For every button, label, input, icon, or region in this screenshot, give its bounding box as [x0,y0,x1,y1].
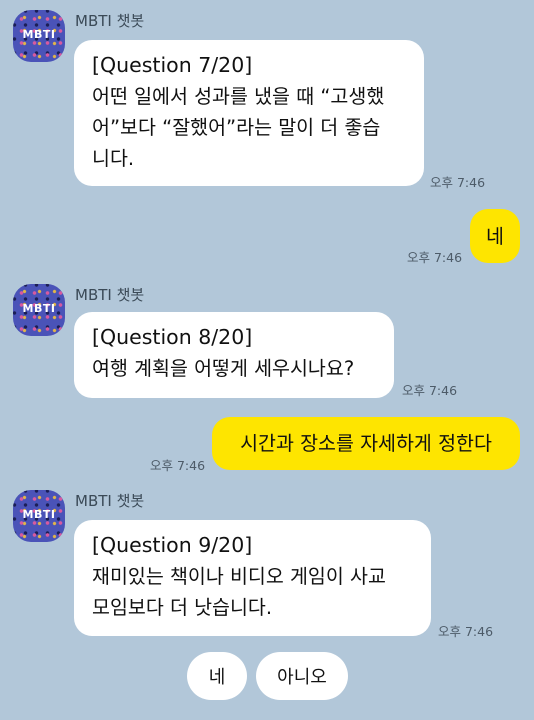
question-number: [Question 8/20] [92,325,253,349]
question-text-line: 니다. [92,147,135,170]
question-text-line: 모임보다 더 낫습니다. [92,596,273,619]
quick-reply-no[interactable]: 아니오 [256,652,348,700]
avatar-logo: MBTI [22,28,56,41]
message-time: 오후 7:46 [438,624,494,639]
user-reply-bubble: 시간과 장소를 자세하게 정한다 [212,417,520,470]
question-text-line: 어”보다 “잘했어”라는 말이 더 좋습 [92,116,381,139]
quick-reply-yes[interactable]: 네 [187,652,247,700]
question-number: [Question 7/20] [92,53,253,77]
bot-avatar[interactable]: MBTI [13,10,65,62]
sender-name: MBTI 챗봇 [75,492,145,510]
question-text-line: 재미있는 책이나 비디오 게임이 사교 [92,565,386,588]
sender-name: MBTI 챗봇 [75,286,145,304]
bot-avatar[interactable]: MBTI [13,284,65,336]
sender-name: MBTI 챗봇 [75,12,145,30]
message-time: 오후 7:46 [402,383,458,398]
question-text-line: 어떤 일에서 성과를 냈을 때 “고생했 [92,85,385,108]
bot-message-bubble: [Question 9/20] 재미있는 책이나 비디오 게임이 사교 모임보다… [74,520,431,636]
bot-avatar[interactable]: MBTI [13,490,65,542]
message-time: 오후 7:46 [407,250,463,265]
question-number: [Question 9/20] [92,533,253,557]
bot-message-bubble: [Question 8/20] 여행 계획을 어떻게 세우시나요? [74,312,394,398]
avatar-logo: MBTI [22,302,56,315]
message-time: 오후 7:46 [430,175,486,190]
question-text-line: 여행 계획을 어떻게 세우시나요? [92,357,355,380]
user-reply-text: 시간과 장소를 자세하게 정한다 [240,432,492,455]
message-time: 오후 7:46 [150,458,206,473]
user-reply-text: 네 [486,224,504,248]
bot-message-bubble: [Question 7/20] 어떤 일에서 성과를 냈을 때 “고생했 어”보… [74,40,424,186]
avatar-logo: MBTI [22,508,56,521]
user-reply-bubble: 네 [470,209,520,263]
